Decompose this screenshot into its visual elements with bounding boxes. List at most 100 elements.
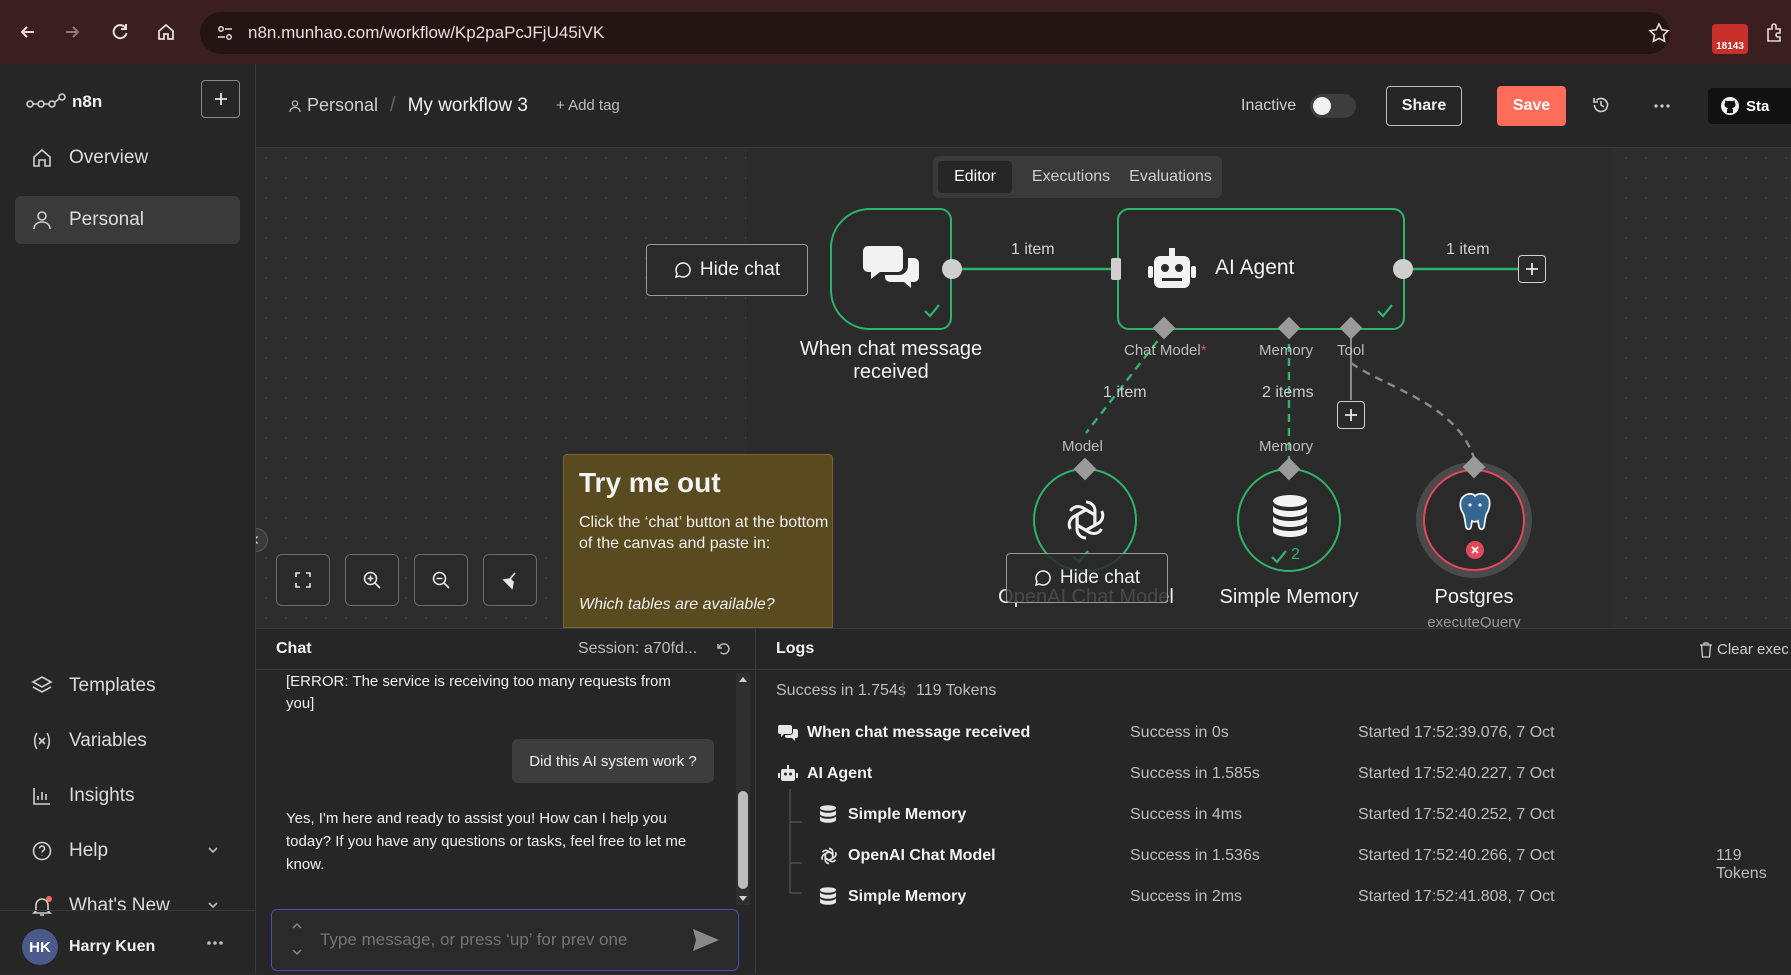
active-toggle[interactable] bbox=[1310, 94, 1356, 118]
chat-bubbles-icon bbox=[863, 246, 919, 288]
log-row[interactable]: OpenAI Chat Model Success in 1.536s Star… bbox=[756, 837, 1791, 882]
log-status: Success in 4ms bbox=[1130, 806, 1243, 823]
add-tag-button[interactable]: + Add tag bbox=[556, 97, 620, 114]
history-up-icon[interactable] bbox=[292, 922, 302, 930]
divider bbox=[756, 669, 1791, 670]
output-port[interactable] bbox=[942, 259, 962, 279]
avatar[interactable]: HK bbox=[22, 929, 58, 965]
log-row[interactable]: Simple Memory Success in 4ms Started 17:… bbox=[756, 796, 1791, 836]
sidebar-item-overview[interactable]: Overview bbox=[15, 134, 240, 182]
chevron-left-icon bbox=[256, 535, 259, 545]
log-status: Success in 0s bbox=[1130, 724, 1229, 741]
user-name: Harry Kuen bbox=[69, 938, 156, 955]
node-chat-trigger[interactable] bbox=[830, 208, 952, 330]
sticky-note[interactable]: Try me out Click the ‘chat’ button at th… bbox=[563, 454, 833, 628]
chat-message-input[interactable] bbox=[320, 926, 660, 954]
tidy-up-button[interactable] bbox=[483, 554, 537, 606]
node-postgres[interactable] bbox=[1423, 469, 1525, 571]
home-icon[interactable] bbox=[152, 18, 180, 46]
divider bbox=[0, 910, 256, 911]
edge-label: 1 item bbox=[1103, 384, 1147, 401]
reset-session-icon[interactable] bbox=[716, 641, 732, 657]
chat-title: Chat bbox=[276, 640, 312, 657]
templates-icon bbox=[31, 676, 53, 693]
back-icon[interactable] bbox=[14, 18, 42, 46]
insights-icon bbox=[33, 788, 50, 805]
sidebar-item-personal[interactable]: Personal bbox=[15, 196, 240, 244]
zoom-in-button[interactable] bbox=[345, 554, 399, 606]
hide-chat-button-floating[interactable]: Hide chat bbox=[1006, 553, 1168, 603]
sticky-body: Click the ‘chat’ button at the bottom of… bbox=[579, 514, 829, 552]
breadcrumb-separator: / bbox=[390, 94, 396, 116]
success-check-icon bbox=[924, 304, 940, 318]
log-row[interactable]: Simple Memory Success in 2ms Started 17:… bbox=[756, 878, 1791, 918]
sidebar-item-whats-new[interactable]: What's New bbox=[15, 882, 240, 930]
user-icon bbox=[33, 211, 51, 230]
history-icon[interactable] bbox=[1591, 95, 1611, 115]
site-settings-icon[interactable] bbox=[216, 24, 234, 42]
hide-chat-label: Hide chat bbox=[699, 259, 781, 280]
clear-execution-button[interactable]: Clear exec bbox=[1699, 641, 1789, 658]
hide-chat-button[interactable]: Hide chat bbox=[646, 244, 808, 296]
log-status: Success in 2ms bbox=[1130, 888, 1243, 905]
sidebar-item-insights[interactable]: Insights bbox=[15, 772, 240, 820]
n8n-logo[interactable]: n8n bbox=[26, 92, 102, 112]
save-button[interactable]: Save bbox=[1497, 86, 1566, 126]
breadcrumb-project[interactable]: Personal bbox=[307, 95, 378, 116]
database-icon bbox=[819, 887, 837, 907]
browser-toolbar: n8n.munhao.com/workflow/Kp2paPcJFjU45iVK… bbox=[0, 0, 1791, 64]
plus-icon bbox=[214, 93, 227, 105]
home-icon bbox=[33, 148, 51, 167]
github-star-button[interactable]: Sta bbox=[1708, 88, 1791, 124]
log-started: Started 17:52:39.076, 7 Oct bbox=[1358, 724, 1555, 741]
workflow-name[interactable]: My workflow 3 bbox=[408, 95, 528, 117]
zoom-in-icon bbox=[363, 571, 381, 589]
log-node-name: AI Agent bbox=[807, 765, 873, 782]
plus-icon bbox=[1345, 409, 1357, 421]
fit-view-button[interactable] bbox=[276, 554, 330, 606]
history-down-icon[interactable] bbox=[292, 948, 302, 956]
session-id[interactable]: Session: a70fd... bbox=[578, 640, 697, 658]
chat-scrollbar[interactable] bbox=[736, 673, 750, 905]
forward-icon[interactable] bbox=[58, 18, 86, 46]
create-button[interactable] bbox=[201, 80, 240, 118]
port-label-model-input: Model bbox=[1062, 438, 1103, 455]
zoom-out-button[interactable] bbox=[414, 554, 468, 606]
add-tool-button[interactable] bbox=[1337, 401, 1365, 429]
edge-label: 1 item bbox=[1011, 241, 1055, 258]
input-port[interactable] bbox=[1111, 258, 1121, 280]
log-node-name: Simple Memory bbox=[848, 806, 967, 823]
sidebar-item-help[interactable]: Help bbox=[15, 827, 240, 875]
extensions-puzzle-icon[interactable] bbox=[1764, 22, 1786, 44]
broom-icon bbox=[502, 572, 516, 590]
chat-input-box[interactable] bbox=[271, 909, 739, 971]
node-ai-agent[interactable]: AI Agent bbox=[1117, 208, 1405, 330]
scroll-down-icon[interactable] bbox=[738, 893, 748, 903]
more-options-icon[interactable] bbox=[1653, 103, 1671, 109]
sidebar-item-variables[interactable]: Variables bbox=[15, 717, 240, 765]
address-bar[interactable]: n8n.munhao.com/workflow/Kp2paPcJFjU45iVK bbox=[200, 12, 1670, 54]
url-text[interactable]: n8n.munhao.com/workflow/Kp2paPcJFjU45iVK bbox=[248, 23, 604, 43]
log-row[interactable]: When chat message received Success in 0s… bbox=[756, 714, 1791, 754]
sidebar-item-label: Templates bbox=[69, 675, 156, 696]
zoom-out-icon bbox=[432, 571, 450, 589]
sidebar: n8n Overview Personal Templates Variable… bbox=[0, 64, 256, 974]
port-label-chat-model: Chat Model* bbox=[1124, 342, 1207, 359]
extension-badge-icon[interactable]: 18143 bbox=[1712, 24, 1748, 54]
user-menu-icon[interactable] bbox=[206, 940, 224, 946]
bookmark-star-icon[interactable] bbox=[1648, 22, 1670, 44]
summary-separator: | bbox=[901, 681, 906, 698]
reload-icon[interactable] bbox=[106, 18, 134, 46]
add-node-button[interactable] bbox=[1518, 255, 1546, 283]
sidebar-item-templates[interactable]: Templates bbox=[15, 662, 240, 710]
send-icon[interactable] bbox=[692, 928, 720, 952]
node-label: When chat message received bbox=[799, 338, 983, 383]
node-simple-memory[interactable]: 2 bbox=[1237, 468, 1341, 572]
scroll-up-icon[interactable] bbox=[738, 675, 748, 685]
log-row[interactable]: AI Agent Success in 1.585s Started 17:52… bbox=[756, 755, 1791, 795]
share-button[interactable]: Share bbox=[1386, 86, 1462, 126]
scrollbar-thumb[interactable] bbox=[738, 791, 748, 889]
sidebar-item-label: Variables bbox=[69, 730, 147, 751]
chevron-down-icon bbox=[208, 847, 218, 854]
output-port[interactable] bbox=[1393, 259, 1413, 279]
